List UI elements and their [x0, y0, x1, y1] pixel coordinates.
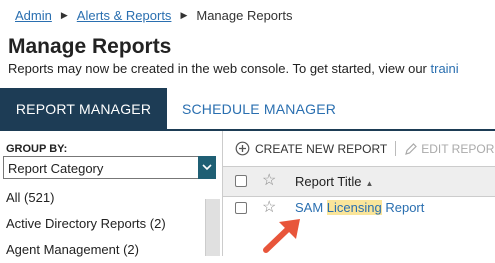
- create-new-report-label: CREATE NEW REPORT: [255, 141, 388, 156]
- group-by-select[interactable]: Report Category: [3, 156, 216, 179]
- edit-report-label: EDIT REPOR: [421, 141, 495, 156]
- column-header-report-title[interactable]: Report Title ▲: [295, 174, 373, 189]
- group-by-selected-value: Report Category: [8, 161, 104, 176]
- report-title-part: SAM: [295, 200, 327, 215]
- row-checkbox[interactable]: [235, 202, 247, 214]
- category-item[interactable]: Agent Management (2): [0, 237, 205, 263]
- subtitle-text: Reports may now be created in the web co…: [8, 61, 431, 76]
- report-title-link[interactable]: SAM Licensing Report: [295, 200, 424, 215]
- breadcrumb-alerts-reports-link[interactable]: Alerts & Reports: [77, 8, 172, 23]
- tab-schedule-manager[interactable]: SCHEDULE MANAGER: [167, 88, 351, 129]
- select-all-checkbox[interactable]: [235, 175, 247, 187]
- plus-circle-icon: [235, 141, 250, 156]
- star-icon[interactable]: ☆: [262, 173, 276, 189]
- favorite-star-icon[interactable]: ☆: [262, 200, 276, 216]
- tab-bar: REPORT MANAGER SCHEDULE MANAGER: [0, 88, 495, 131]
- report-title-part: Report: [381, 200, 425, 215]
- group-by-panel: GROUP BY: Report Category All (521) Acti…: [0, 131, 223, 257]
- pointer-arrow-icon: [263, 219, 300, 253]
- report-toolbar: CREATE NEW REPORT EDIT REPOR: [235, 141, 494, 156]
- breadcrumb-separator-icon: ▶: [180, 10, 188, 20]
- category-item[interactable]: All (521): [0, 185, 205, 211]
- page-title: Manage Reports: [8, 35, 172, 58]
- edit-report-button[interactable]: EDIT REPOR: [404, 142, 494, 156]
- sort-ascending-icon: ▲: [365, 179, 374, 188]
- group-by-label: GROUP BY:: [6, 143, 68, 155]
- page-subtitle: Reports may now be created in the web co…: [8, 61, 459, 76]
- breadcrumb-admin-link[interactable]: Admin: [15, 8, 52, 23]
- toolbar-divider: [395, 141, 397, 156]
- breadcrumb-separator-icon: ▶: [60, 10, 68, 20]
- breadcrumb: Admin ▶ Alerts & Reports ▶ Manage Report…: [15, 8, 292, 23]
- breadcrumb-current: Manage Reports: [196, 8, 293, 23]
- training-link[interactable]: traini: [431, 61, 459, 76]
- table-header: ☆ Report Title ▲: [223, 166, 495, 197]
- category-scrollbar[interactable]: [205, 199, 220, 256]
- pencil-icon: [405, 142, 418, 155]
- column-header-label: Report Title: [295, 174, 362, 189]
- create-new-report-button[interactable]: CREATE NEW REPORT: [235, 141, 387, 156]
- category-list: All (521) Active Directory Reports (2) A…: [0, 185, 205, 263]
- tab-report-manager[interactable]: REPORT MANAGER: [0, 88, 167, 129]
- chevron-down-icon[interactable]: [198, 156, 216, 179]
- search-highlight: Licensing: [326, 200, 382, 215]
- category-item[interactable]: Active Directory Reports (2): [0, 211, 205, 237]
